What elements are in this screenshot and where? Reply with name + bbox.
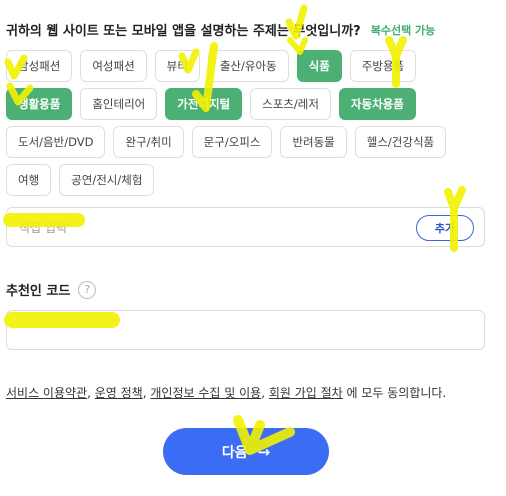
terms-of-service-link[interactable]: 서비스 이용약관 — [6, 386, 87, 400]
category-chip[interactable]: 스포츠/레저 — [250, 88, 331, 120]
terms-suffix: 에 모두 동의합니다. — [342, 386, 447, 400]
category-chip[interactable]: 남성패션 — [6, 50, 73, 82]
category-chip[interactable]: 자동차용품 — [338, 88, 416, 120]
category-chip[interactable]: 도서/음반/DVD — [6, 126, 106, 158]
chip-row: 도서/음반/DVD 완구/취미 문구/오피스 반려동물 헬스/건강식품 — [6, 126, 466, 158]
chip-row: 남성패션 여성패션 뷰티 출산/유아동 식품 주방용품 — [6, 50, 466, 82]
category-chip[interactable]: 식품 — [296, 50, 342, 82]
referral-code-label-text: 추천인 코드 — [6, 284, 71, 299]
terms-agreement: 서비스 이용약관, 운영 정책, 개인정보 수집 및 이용, 회원 가입 절차 … — [6, 384, 446, 401]
next-button-label: 다음 — [221, 444, 248, 461]
terms-comma: , — [261, 386, 269, 400]
category-chip[interactable]: 출산/유아동 — [207, 50, 289, 82]
terms-comma: , — [87, 386, 95, 400]
referral-code-label: 추천인 코드 ? — [6, 280, 97, 299]
category-chip[interactable]: 주방용품 — [349, 50, 417, 82]
category-chip[interactable]: 생활용품 — [6, 88, 73, 120]
direct-input-box: 추가 — [6, 207, 485, 247]
category-chip[interactable]: 가전디지털 — [165, 88, 243, 120]
operation-policy-link[interactable]: 운영 정책 — [95, 386, 143, 400]
category-chip[interactable]: 문구/오피스 — [191, 126, 273, 158]
multi-select-note: 복수선택 가능 — [370, 23, 436, 37]
category-chip[interactable]: 반려동물 — [280, 126, 347, 158]
chip-row: 생활용품 홈인테리어 가전디지털 스포츠/레저 자동차용품 — [6, 88, 466, 120]
category-chip[interactable]: 여행 — [6, 164, 52, 196]
chip-row: 여행 공연/전시/체험 — [6, 164, 466, 196]
category-chip[interactable]: 헬스/건강식품 — [354, 126, 447, 158]
privacy-policy-link[interactable]: 개인정보 수집 및 이용 — [150, 386, 261, 400]
question-text: 귀하의 웹 사이트 또는 모바일 앱을 설명하는 주제는 무엇입니까? — [6, 24, 361, 39]
arrow-right-icon: → — [257, 442, 271, 461]
add-button[interactable]: 추가 — [416, 215, 474, 241]
question-heading: 귀하의 웹 사이트 또는 모바일 앱을 설명하는 주제는 무엇입니까? 복수선택… — [6, 20, 436, 40]
signup-procedure-link[interactable]: 회원 가입 절차 — [269, 386, 343, 400]
category-chip[interactable]: 완구/취미 — [113, 126, 184, 158]
category-chip[interactable]: 뷰티 — [154, 50, 200, 82]
category-chip[interactable]: 홈인테리어 — [80, 88, 158, 120]
question-circle-icon[interactable]: ? — [78, 280, 97, 299]
direct-input-field[interactable] — [19, 217, 409, 239]
category-chip-group: 남성패션 여성패션 뷰티 출산/유아동 식품 주방용품생활용품 홈인테리어 가전디지털 스포츠/… — [6, 50, 466, 202]
next-button[interactable]: 다음 → — [163, 428, 329, 475]
category-chip[interactable]: 공연/전시/체험 — [59, 164, 155, 196]
category-chip[interactable]: 여성패션 — [80, 50, 147, 82]
referral-code-input[interactable] — [6, 310, 485, 350]
